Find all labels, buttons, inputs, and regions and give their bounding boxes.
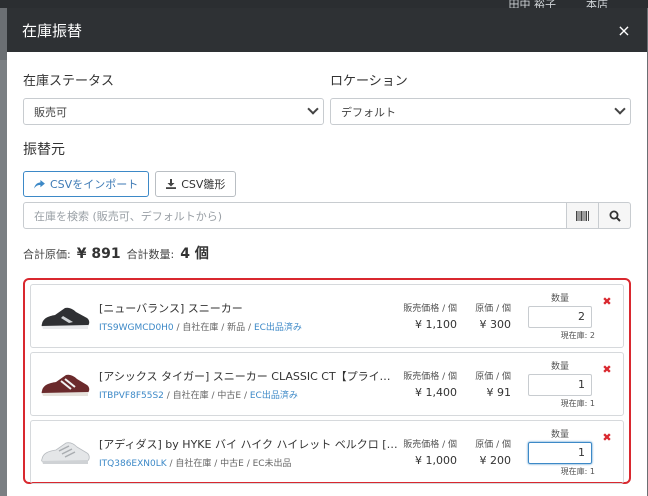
current-stock: 現在庫: 1 (560, 467, 595, 476)
location-label: ロケーション (330, 74, 408, 89)
product-meta: ITS9WGMCD0H0 / 自社在庫 / 新品 / EC出品済み (99, 322, 302, 333)
price-caption: 販売価格 / 個 (403, 372, 457, 382)
sku-link[interactable]: ITQ386EXN0LK (99, 459, 167, 469)
search-button[interactable] (599, 202, 631, 229)
modal-title: 在庫振替 (22, 21, 83, 40)
product-thumbnail (41, 374, 90, 396)
list-item: [アシックス タイガー] スニーカー CLASSIC CT【プライムデー記念発…… (30, 352, 624, 416)
cost-caption: 原価 / 個 (475, 304, 511, 314)
cost-caption: 原価 / 個 (475, 372, 511, 382)
download-icon (166, 179, 177, 189)
modal-header: 在庫振替 × (7, 8, 647, 52)
ec-status-link[interactable]: EC出品済み (254, 323, 302, 333)
product-name: [ニューバランス] スニーカー (99, 301, 243, 315)
list-item: [ニューバランス] スニーカー ITS9WGMCD0H0 / 自社在庫 / 新品… (30, 284, 624, 348)
quantity-input[interactable]: 2 (528, 306, 592, 328)
total-cost-label: 合計原価: (23, 248, 71, 261)
price-value: ¥ 1,400 (415, 386, 457, 399)
modal-body: 在庫ステータス 販売可 ロケーション デフォルト 振替元 CSVをインポート C… (7, 70, 647, 263)
current-stock: 現在庫: 1 (560, 399, 595, 408)
product-thumbnail (41, 307, 90, 329)
ec-status-link[interactable]: EC出品済み (250, 391, 298, 401)
location-select-value: デフォルト (341, 105, 396, 119)
price-value: ¥ 1,100 (415, 318, 457, 331)
quantity-input[interactable]: 1 (528, 442, 592, 464)
inventory-search-input[interactable]: 在庫を検索 (販売可、デフォルトから) (23, 202, 567, 229)
totals-row: 合計原価: ¥ 891 合計数量: 4 個 (23, 243, 631, 263)
status-select[interactable]: 販売可 (23, 98, 324, 125)
status-select-value: 販売可 (34, 105, 67, 119)
cost-value: ¥ 300 (479, 318, 512, 331)
barcode-icon (576, 210, 589, 221)
product-meta: ITQ386EXN0LK / 自社在庫 / 中古E / EC未出品 (99, 458, 292, 469)
csv-template-label: CSV雛形 (181, 178, 226, 191)
transfer-item-list: [ニューバランス] スニーカー ITS9WGMCD0H0 / 自社在庫 / 新品… (23, 278, 631, 484)
current-stock: 現在庫: 2 (560, 331, 595, 340)
cost-value: ¥ 91 (486, 386, 512, 399)
sku-link[interactable]: ITS9WGMCD0H0 (99, 323, 174, 333)
product-thumbnail (41, 442, 90, 464)
total-cost-value: ¥ 891 (76, 246, 121, 262)
location-select[interactable]: デフォルト (330, 98, 631, 125)
remove-item-button[interactable]: ✖ (597, 363, 617, 376)
status-label: 在庫ステータス (23, 74, 115, 89)
remove-item-button[interactable]: ✖ (597, 431, 617, 444)
cost-value: ¥ 200 (479, 454, 512, 467)
chevron-down-icon (307, 103, 319, 115)
total-qty-label: 合計数量: (126, 248, 175, 261)
search-placeholder: 在庫を検索 (販売可、デフォルトから) (34, 209, 223, 223)
product-name: [アディダス] by HYKE バイ ハイク ハイレット ベルクロ [HYKE … (99, 437, 399, 451)
barcode-button[interactable] (567, 202, 599, 229)
share-icon (34, 179, 45, 189)
list-item: [アディダス] by HYKE バイ ハイク ハイレット ベルクロ [HYKE … (30, 420, 624, 484)
source-section-title: 振替元 (23, 142, 65, 158)
qty-caption: 数量 (550, 430, 569, 440)
remove-item-button[interactable]: ✖ (597, 295, 617, 308)
csv-import-button[interactable]: CSVをインポート (23, 171, 150, 197)
product-meta: ITBPVF8F55S2 / 自社在庫 / 中古E / EC出品済み (99, 390, 298, 401)
close-button[interactable]: × (616, 21, 632, 40)
cost-caption: 原価 / 個 (475, 440, 511, 450)
product-name: [アシックス タイガー] スニーカー CLASSIC CT【プライムデー記念発… (99, 369, 399, 383)
qty-caption: 数量 (550, 362, 569, 372)
total-qty-value: 4 個 (180, 246, 209, 262)
quantity-input[interactable]: 1 (528, 374, 592, 396)
search-icon (609, 210, 621, 222)
csv-template-button[interactable]: CSV雛形 (155, 171, 237, 197)
price-value: ¥ 1,000 (415, 454, 457, 467)
transfer-modal: 在庫振替 × 在庫ステータス 販売可 ロケーション デフォルト 振替元 CSVを… (7, 8, 647, 496)
chevron-down-icon (614, 103, 626, 115)
sku-link[interactable]: ITBPVF8F55S2 (99, 391, 164, 401)
qty-caption: 数量 (550, 294, 569, 304)
csv-import-label: CSVをインポート (50, 178, 139, 191)
price-caption: 販売価格 / 個 (403, 304, 457, 314)
price-caption: 販売価格 / 個 (403, 440, 457, 450)
